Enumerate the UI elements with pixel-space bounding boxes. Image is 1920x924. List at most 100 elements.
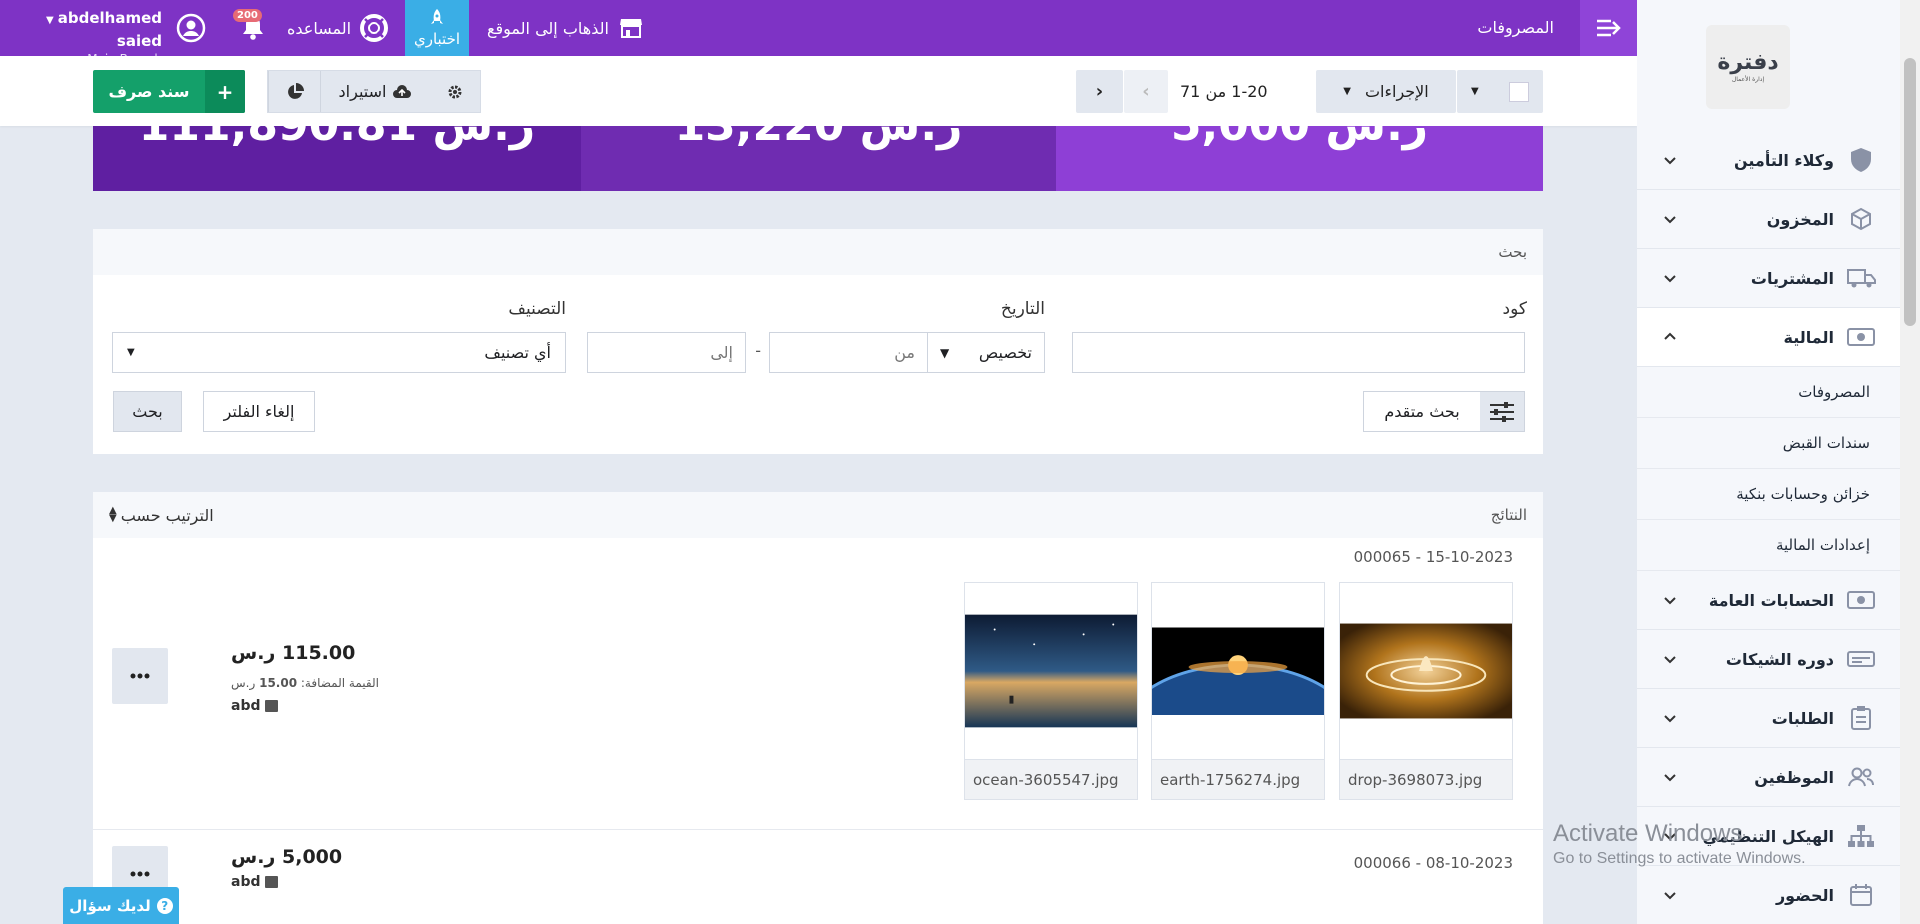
select-all-checkbox[interactable]: [1509, 81, 1529, 102]
category-select[interactable]: أي تصنيف ▼: [112, 332, 566, 373]
settings-button[interactable]: [430, 71, 480, 112]
store-icon: [619, 19, 642, 38]
sidebar-item-inventory[interactable]: المخزون: [1637, 190, 1900, 249]
pager-next-button[interactable]: ›: [1076, 70, 1123, 113]
chevron-down-icon: [1664, 715, 1676, 723]
chevron-down-icon: [1664, 774, 1676, 782]
sidebar-item-cheques[interactable]: دوره الشيكات: [1637, 630, 1900, 689]
notification-badge: 200: [233, 9, 262, 22]
sidebar: دفترة إدارة الأعمال وكلاء التأمين المخزو…: [1637, 0, 1900, 924]
table-row[interactable]: 000065 - 15-10-2023 drop-3698073.jpg ear…: [93, 538, 1543, 830]
row-amount: 5,000 ر.س: [231, 846, 343, 868]
user-name[interactable]: ▼ abdelhamed saied: [12, 8, 162, 51]
attachment-thumbnail[interactable]: ocean-3605547.jpg: [964, 582, 1138, 800]
search-panel: بحث كود التاريخ تخصيص ▼ من - إلى التصنيف…: [93, 229, 1543, 454]
collapse-arrow-icon: [1596, 19, 1621, 37]
sidebar-subitem-receipts[interactable]: سندات القبض: [1637, 418, 1900, 469]
code-label: كود: [1502, 299, 1527, 319]
sidebar-subitem-expenses[interactable]: المصروفات: [1637, 367, 1900, 418]
advanced-search-label: بحث متقدم: [1384, 402, 1460, 421]
question-circle-icon: ?: [156, 897, 173, 914]
import-button[interactable]: استيراد: [320, 71, 430, 112]
pager-of: من: [1205, 82, 1227, 101]
actions-dropdown[interactable]: الإجراءات ▼: [1316, 70, 1456, 113]
sidebar-item-orders[interactable]: الطلبات: [1637, 689, 1900, 748]
sidebar-item-purchases[interactable]: المشتريات: [1637, 249, 1900, 308]
help-link[interactable]: المساعده: [287, 0, 389, 56]
money-icon: [1846, 585, 1876, 615]
date-to-input[interactable]: إلى: [587, 332, 746, 373]
rocket-icon: [431, 9, 443, 24]
sidebar-item-insurance-agents[interactable]: وكلاء التأمين: [1637, 131, 1900, 190]
chevron-down-icon: [1664, 275, 1676, 283]
bulk-select[interactable]: ▼: [1457, 70, 1543, 113]
logo[interactable]: دفترة إدارة الأعمال: [1706, 25, 1790, 109]
sidebar-item-employees[interactable]: الموظفين: [1637, 748, 1900, 807]
chevron-down-icon: ▼: [940, 345, 950, 360]
sidebar-subitem-finance-settings[interactable]: إعدادات المالية: [1637, 520, 1900, 571]
chevron-left-icon: ‹: [1142, 81, 1150, 102]
plus-icon: +: [205, 70, 245, 113]
row-owner: abd: [231, 698, 278, 714]
top-bar: ▼abdelhamed saied Main Branch 200 المساع…: [0, 0, 1637, 66]
chevron-down-icon: [1664, 157, 1676, 165]
clipboard-icon: [1846, 703, 1876, 733]
windows-activation-watermark: Activate Windows Go to Settings to activ…: [1553, 820, 1806, 867]
date-mode-select[interactable]: تخصيص ▼: [927, 332, 1045, 373]
pager-total: 71: [1180, 82, 1201, 101]
date-label: التاريخ: [1000, 299, 1045, 319]
table-row[interactable]: 000066 - 08-10-2023 5,000 ر.س abd: [93, 830, 1543, 924]
sidebar-item-attendance[interactable]: الحضور: [1637, 866, 1900, 924]
stat-card: 13,220 ر.س: [581, 126, 1056, 191]
category-label: التصنيف: [508, 299, 566, 319]
stat-value: 5,000 ر.س: [1056, 126, 1543, 151]
results-panel: النتائج الترتيب حسب ▲ ▼ 000065 - 15-10-20…: [93, 492, 1543, 924]
row-more-button[interactable]: [112, 648, 168, 704]
ellipsis-icon: [130, 871, 150, 877]
sort-button[interactable]: الترتيب حسب ▲ ▼: [109, 506, 214, 525]
chevron-right-icon: ›: [1095, 81, 1104, 102]
test-mode-button[interactable]: اختباري: [405, 0, 469, 56]
sidebar-subitem-treasuries[interactable]: خزائن وحسابات بنكية: [1637, 469, 1900, 520]
page-scrollbar[interactable]: [1900, 0, 1920, 924]
stat-card: 5,000 ر.س: [1056, 126, 1543, 191]
go-to-site-link[interactable]: الذهاب إلى الموقع: [487, 0, 643, 56]
attachment-thumbnail[interactable]: drop-3698073.jpg: [1339, 582, 1513, 800]
attachment-filename: ocean-3605547.jpg: [965, 759, 1137, 799]
clear-filter-button[interactable]: إلغاء الفلتر: [203, 391, 315, 432]
pager-prev-button[interactable]: ‹: [1124, 70, 1168, 113]
row-id-date: 000066 - 08-10-2023: [1353, 854, 1513, 872]
caret-down-icon: ▼: [1343, 86, 1351, 97]
search-button[interactable]: بحث: [113, 391, 182, 432]
stat-value: 111,890.81 ر.س: [93, 126, 581, 151]
money-icon: [1846, 322, 1876, 352]
chevron-down-icon: [1664, 656, 1676, 664]
sidebar-toggle[interactable]: [1580, 0, 1637, 56]
stat-value: 13,220 ر.س: [581, 126, 1056, 151]
image-drop: [1340, 583, 1512, 759]
attachment-thumbnail[interactable]: earth-1756274.jpg: [1151, 582, 1325, 800]
finance-submenu: المصروفات سندات القبض خزائن وحسابات بنكي…: [1637, 367, 1900, 571]
image-ocean: [965, 583, 1137, 759]
sidebar-item-finance[interactable]: المالية: [1637, 308, 1900, 367]
sidebar-item-general-accounts[interactable]: الحسابات العامة: [1637, 571, 1900, 630]
date-from-input[interactable]: من: [769, 332, 928, 373]
advanced-search-toggle[interactable]: بحث متقدم: [1363, 391, 1525, 432]
code-input[interactable]: [1072, 332, 1525, 373]
chart-button[interactable]: [268, 71, 320, 112]
user-avatar-icon[interactable]: [176, 13, 206, 43]
caret-down-icon: ▼: [46, 15, 54, 26]
scrollbar-thumb[interactable]: [1904, 58, 1916, 326]
new-expense-button[interactable]: + سند صرف: [93, 70, 245, 113]
page-title: المصروفات: [1477, 18, 1554, 37]
gear-icon: [448, 85, 462, 98]
caret-down-icon[interactable]: ▼: [1471, 86, 1479, 97]
date-separator: -: [755, 341, 761, 360]
chevron-down-icon: [1664, 216, 1676, 224]
results-title: النتائج: [1490, 506, 1527, 524]
sort-icon: ▲ ▼: [109, 505, 117, 524]
pager-range: 1-20: [1231, 82, 1268, 101]
users-icon: [1846, 762, 1876, 792]
ask-question-button[interactable]: ? لديك سؤال: [63, 887, 179, 924]
pie-chart-icon: [287, 82, 304, 99]
